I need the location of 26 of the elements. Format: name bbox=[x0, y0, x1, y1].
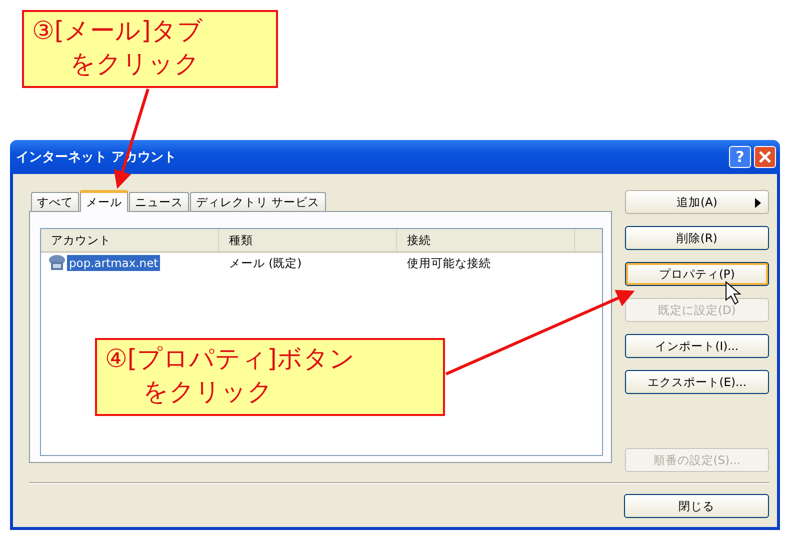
account-name[interactable]: pop.artmax.net bbox=[67, 255, 160, 271]
close-icon bbox=[758, 150, 772, 164]
column-header[interactable]: 接続 bbox=[397, 229, 575, 251]
tab[interactable]: メール bbox=[80, 190, 128, 212]
dialog-button[interactable]: エクスポート(E)... bbox=[624, 370, 769, 394]
column-header[interactable]: アカウント bbox=[41, 229, 219, 251]
account-icon bbox=[47, 254, 67, 272]
tab[interactable]: ディレクトリ サービス bbox=[190, 192, 326, 211]
tab[interactable]: すべて bbox=[31, 192, 79, 211]
cursor-icon bbox=[726, 280, 742, 305]
callout-text: をクリック bbox=[142, 376, 273, 408]
tab[interactable]: ニュース bbox=[129, 192, 189, 211]
dialog-button[interactable]: プロパティ(P) bbox=[624, 262, 769, 286]
column-header[interactable]: 種類 bbox=[219, 229, 397, 251]
dialog-button[interactable]: インポート(I)... bbox=[624, 334, 769, 358]
table-cell-text: メール (既定) bbox=[228, 256, 303, 270]
help-button[interactable]: ? bbox=[729, 146, 751, 168]
dialog-button[interactable]: 追加(A) bbox=[624, 190, 769, 214]
callout-text: ③[メール]タブ bbox=[32, 15, 203, 47]
callout-text: ④[プロパティ]ボタン bbox=[105, 343, 355, 375]
dialog-button[interactable]: 削除(R) bbox=[624, 226, 769, 250]
callout-text: をクリック bbox=[69, 48, 200, 80]
close-dialog-button[interactable]: 閉じる bbox=[624, 494, 769, 518]
close-button[interactable] bbox=[754, 146, 776, 168]
table-cell-text: 使用可能な接続 bbox=[406, 256, 492, 270]
triangle-icon bbox=[754, 198, 762, 208]
